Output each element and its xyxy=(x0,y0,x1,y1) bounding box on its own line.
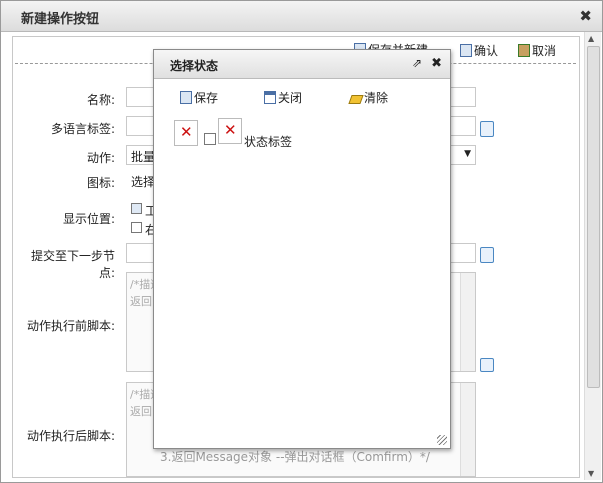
clear-icon xyxy=(348,95,364,104)
icon-select-value: 选择 xyxy=(131,175,156,189)
scroll-down-icon[interactable]: ▼ xyxy=(588,469,594,478)
display-position-label: 显示位置: xyxy=(62,212,115,226)
scroll-up-icon[interactable]: ▲ xyxy=(588,34,594,43)
cancel-icon xyxy=(518,44,530,57)
post-script-label: 动作执行后脚本: xyxy=(26,429,115,443)
icon-label: 图标: xyxy=(86,176,115,190)
pre-script-scrollbar[interactable] xyxy=(460,273,475,371)
dialog-clear-label: 清除 xyxy=(364,91,389,105)
dialog-title-bar[interactable]: 选择状态 ⇗ ✖ xyxy=(154,50,450,79)
submit-next-label: 提交至下一步节点: xyxy=(30,249,115,280)
dialog-close-button[interactable]: 关闭 xyxy=(264,89,302,106)
outer-scrollbar[interactable]: ▲ ▼ xyxy=(584,32,601,480)
cancel-label: 取消 xyxy=(532,44,557,58)
broken-image-icon: ✕ xyxy=(174,120,198,146)
select-status-dialog: 选择状态 ⇗ ✖ 保存 关闭 清除 ✕ ✕ 状态标签 xyxy=(153,49,451,449)
status-label: 状态标签 xyxy=(244,135,293,149)
post-script-hint-3: 3.返回Message对象 --弹出对话框（Comfirm）*/ xyxy=(160,450,430,464)
save-icon xyxy=(180,91,192,104)
window-title: 新建操作按钮 xyxy=(21,12,100,27)
dialog-title: 选择状态 xyxy=(170,59,219,73)
dialog-save-label: 保存 xyxy=(194,91,219,105)
confirm-label: 确认 xyxy=(474,44,499,58)
display-checkbox-1[interactable] xyxy=(131,203,142,214)
close-window-icon xyxy=(264,91,276,104)
post-script-scrollbar[interactable] xyxy=(460,383,475,476)
submit-edit-icon[interactable] xyxy=(480,247,494,263)
status-item[interactable]: ✕ ✕ xyxy=(172,118,244,146)
i18n-label: 多语言标签: xyxy=(50,122,115,136)
dialog-clear-button[interactable]: 清除 xyxy=(348,89,389,106)
name-label: 名称: xyxy=(86,93,115,107)
resize-grip-icon[interactable] xyxy=(437,435,447,445)
broken-image-icon: ✕ xyxy=(218,118,242,144)
pre-script-label: 动作执行前脚本: xyxy=(26,319,115,333)
window-close-icon[interactable]: ✖ xyxy=(579,7,592,25)
i18n-edit-icon[interactable] xyxy=(480,121,494,137)
confirm-icon xyxy=(460,44,472,57)
outer-title-bar: 新建操作按钮 ✖ xyxy=(1,1,602,32)
action-select-value: 批量 xyxy=(131,150,156,164)
dialog-close-label: 关闭 xyxy=(278,91,303,105)
chevron-down-icon: ▼ xyxy=(464,149,471,159)
confirm-button[interactable]: 确认 xyxy=(460,42,498,59)
cancel-button[interactable]: 取消 xyxy=(518,42,556,59)
pre-script-expand-icon[interactable] xyxy=(480,358,494,372)
dialog-save-button[interactable]: 保存 xyxy=(180,89,218,106)
status-checkbox[interactable] xyxy=(204,133,216,145)
display-checkbox-2[interactable] xyxy=(131,222,142,233)
popout-icon[interactable]: ⇗ xyxy=(412,56,422,70)
dialog-close-icon[interactable]: ✖ xyxy=(431,56,442,71)
action-label: 动作: xyxy=(86,151,115,165)
scrollbar-thumb[interactable] xyxy=(587,46,600,388)
